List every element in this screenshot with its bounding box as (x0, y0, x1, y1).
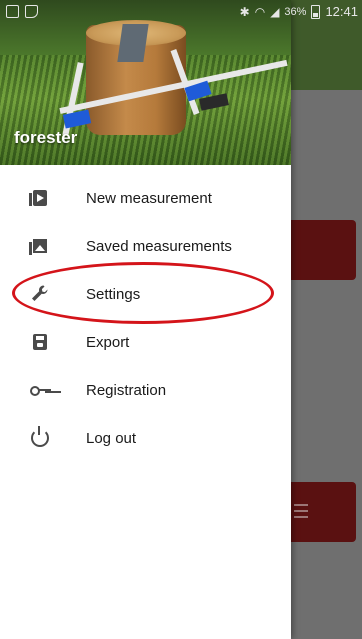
menu-item-settings[interactable]: Settings (0, 270, 291, 318)
notification-icon (25, 5, 38, 18)
background-card-menu (286, 482, 356, 542)
battery-percent: 36% (284, 5, 307, 18)
drawer-menu: New measurement Saved measurements Setti… (0, 174, 291, 462)
background-card (286, 220, 356, 280)
new-measurement-icon (29, 188, 50, 208)
status-bar: ✱ ◠ ◢ 36% 12:41 (0, 0, 362, 24)
menu-item-export[interactable]: Export (0, 318, 291, 366)
battery-icon (311, 4, 321, 19)
menu-icon (294, 504, 308, 518)
menu-item-log-out[interactable]: Log out (0, 414, 291, 462)
wrench-icon (30, 284, 50, 304)
menu-item-new-measurement[interactable]: New measurement (0, 174, 291, 222)
menu-item-label: Log out (86, 429, 137, 447)
gallery-icon (29, 236, 50, 256)
menu-item-label: Registration (86, 381, 167, 399)
menu-item-label: Export (86, 333, 130, 351)
menu-item-label: Saved measurements (86, 237, 232, 255)
screenshot-icon (6, 5, 19, 18)
menu-item-registration[interactable]: Registration (0, 366, 291, 414)
wifi-icon: ◠ (254, 4, 266, 19)
bluetooth-icon: ✱ (239, 4, 250, 19)
username: forester (14, 128, 78, 147)
key-icon (30, 380, 51, 400)
drawer-header: forester (0, 0, 291, 165)
menu-item-label: New measurement (86, 189, 212, 207)
menu-item-saved-measurements[interactable]: Saved measurements (0, 222, 291, 270)
power-icon (30, 426, 50, 448)
navigation-drawer: forester New measurement Saved measureme… (0, 0, 291, 639)
clock: 12:41 (325, 4, 358, 19)
plate (117, 24, 149, 62)
signal-icon: ◢ (270, 4, 280, 19)
save-icon (30, 332, 50, 352)
menu-item-label: Settings (86, 285, 141, 303)
